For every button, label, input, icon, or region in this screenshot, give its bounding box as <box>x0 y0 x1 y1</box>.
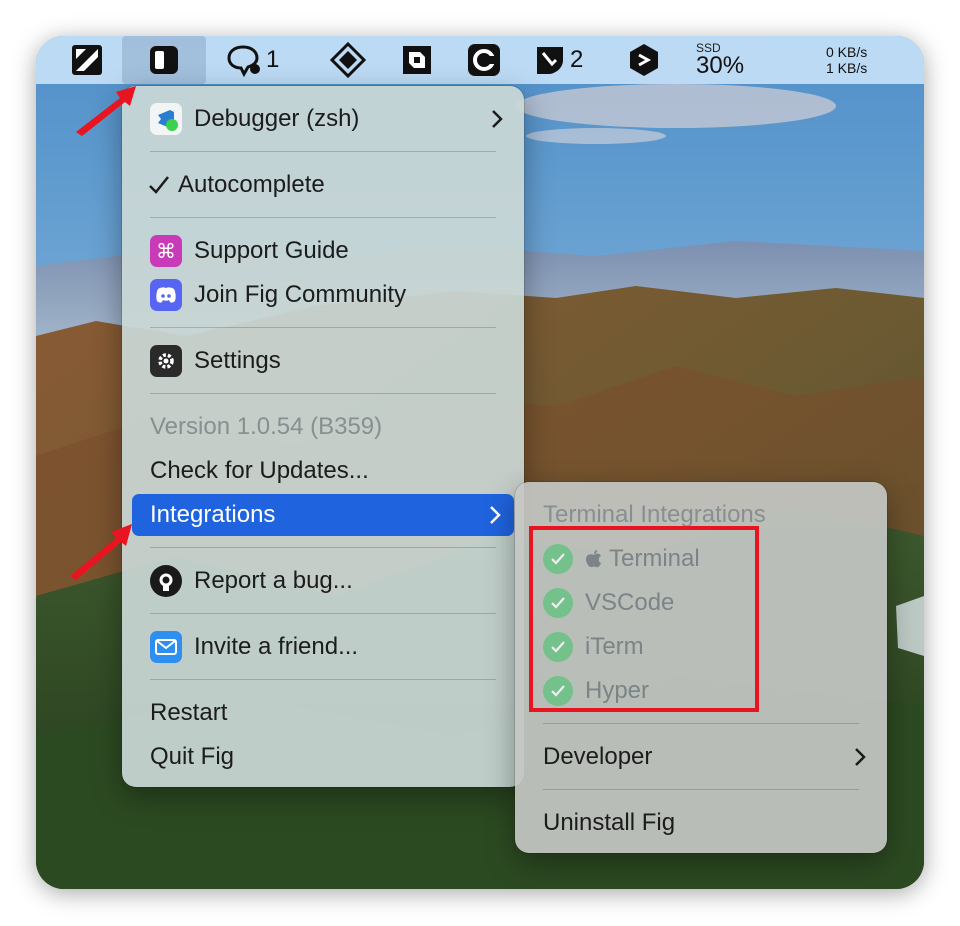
menu-item-join-community[interactable]: Join Fig Community <box>122 274 524 316</box>
bug-label: Report a bug... <box>194 567 353 594</box>
menu-item-settings[interactable]: Settings <box>122 340 524 382</box>
menu-item-support-guide[interactable]: ⌘ Support Guide <box>122 230 524 272</box>
separator <box>150 151 496 152</box>
menu-bar: 1 2 SSD 30% 0 KB/s 1 KB/s <box>36 36 924 84</box>
screenshot-frame: 1 2 SSD 30% 0 KB/s 1 KB/s Debugger (zsh)… <box>36 36 924 889</box>
invite-label: Invite a friend... <box>194 633 359 660</box>
autocomplete-label: Autocomplete <box>178 171 325 198</box>
tiles-icon[interactable] <box>70 36 104 84</box>
fig-icon[interactable] <box>148 36 180 84</box>
ssd-status[interactable]: SSD 30% <box>696 36 744 84</box>
fig-dropdown-menu: Debugger (zsh) Autocomplete ⌘ Support Gu… <box>122 86 524 787</box>
annotation-arrow-icon <box>76 86 136 136</box>
discord-icon <box>150 279 182 311</box>
checkmark-icon <box>148 174 170 196</box>
net-up: 1 KB/s <box>826 60 868 76</box>
ssd-value: 30% <box>696 52 745 79</box>
command-key-icon: ⌘ <box>150 235 182 267</box>
hexagon-arrow-icon[interactable] <box>628 36 660 84</box>
separator <box>543 789 859 790</box>
separator <box>150 547 496 548</box>
chevron-right-icon <box>490 107 504 138</box>
mail-icon <box>150 631 182 663</box>
annotation-highlight-box <box>529 526 759 712</box>
menu-item-autocomplete[interactable]: Autocomplete <box>122 164 524 206</box>
separator <box>150 393 496 394</box>
menu-item-integrations[interactable]: Integrations <box>132 494 514 536</box>
separator <box>150 679 496 680</box>
version-info: Version 1.0.54 (B359) <box>122 406 524 448</box>
separator <box>150 217 496 218</box>
updates-label: Check for Updates... <box>150 457 369 484</box>
chevron-right-icon <box>853 745 867 776</box>
quit-label: Quit Fig <box>150 743 235 770</box>
version-label: Version 1.0.54 (B359) <box>150 413 383 440</box>
chat-count: 1 <box>266 46 280 73</box>
separator <box>150 613 496 614</box>
net-down: 0 KB/s <box>826 44 868 60</box>
chevron-right-icon <box>488 503 502 534</box>
developer-label: Developer <box>543 743 653 770</box>
network-status[interactable]: 0 KB/s 1 KB/s <box>826 36 867 84</box>
separator <box>543 723 859 724</box>
menu-item-developer[interactable]: Developer <box>515 736 887 778</box>
submenu-header: Terminal Integrations <box>543 501 766 528</box>
menu-item-check-updates[interactable]: Check for Updates... <box>122 450 524 492</box>
menu-item-quit[interactable]: Quit Fig <box>122 736 524 778</box>
separator <box>150 327 496 328</box>
menu-item-report-bug[interactable]: Report a bug... <box>122 560 524 602</box>
uninstall-label: Uninstall Fig <box>543 809 676 836</box>
settings-label: Settings <box>194 347 281 374</box>
notifications-count: 2 <box>570 46 584 73</box>
annotation-arrow-icon <box>70 524 132 580</box>
github-icon <box>150 565 182 597</box>
support-label: Support Guide <box>194 237 349 264</box>
menu-item-debugger[interactable]: Debugger (zsh) <box>122 98 524 140</box>
gear-icon <box>150 345 182 377</box>
puzzle-icon[interactable] <box>400 36 434 84</box>
chat-icon[interactable]: 1 <box>226 36 279 84</box>
restart-label: Restart <box>150 699 228 726</box>
community-label: Join Fig Community <box>194 281 407 308</box>
menu-item-uninstall[interactable]: Uninstall Fig <box>515 802 887 844</box>
diamond-icon[interactable] <box>330 36 366 84</box>
debugger-label: Debugger (zsh) <box>194 105 360 132</box>
menu-item-invite-friend[interactable]: Invite a friend... <box>122 626 524 668</box>
menu-item-restart[interactable]: Restart <box>122 692 524 734</box>
shield-icon[interactable]: 2 <box>534 36 583 84</box>
vscode-debugger-icon <box>150 103 182 135</box>
integrations-label: Integrations <box>150 501 276 528</box>
cc-icon[interactable] <box>466 36 502 84</box>
